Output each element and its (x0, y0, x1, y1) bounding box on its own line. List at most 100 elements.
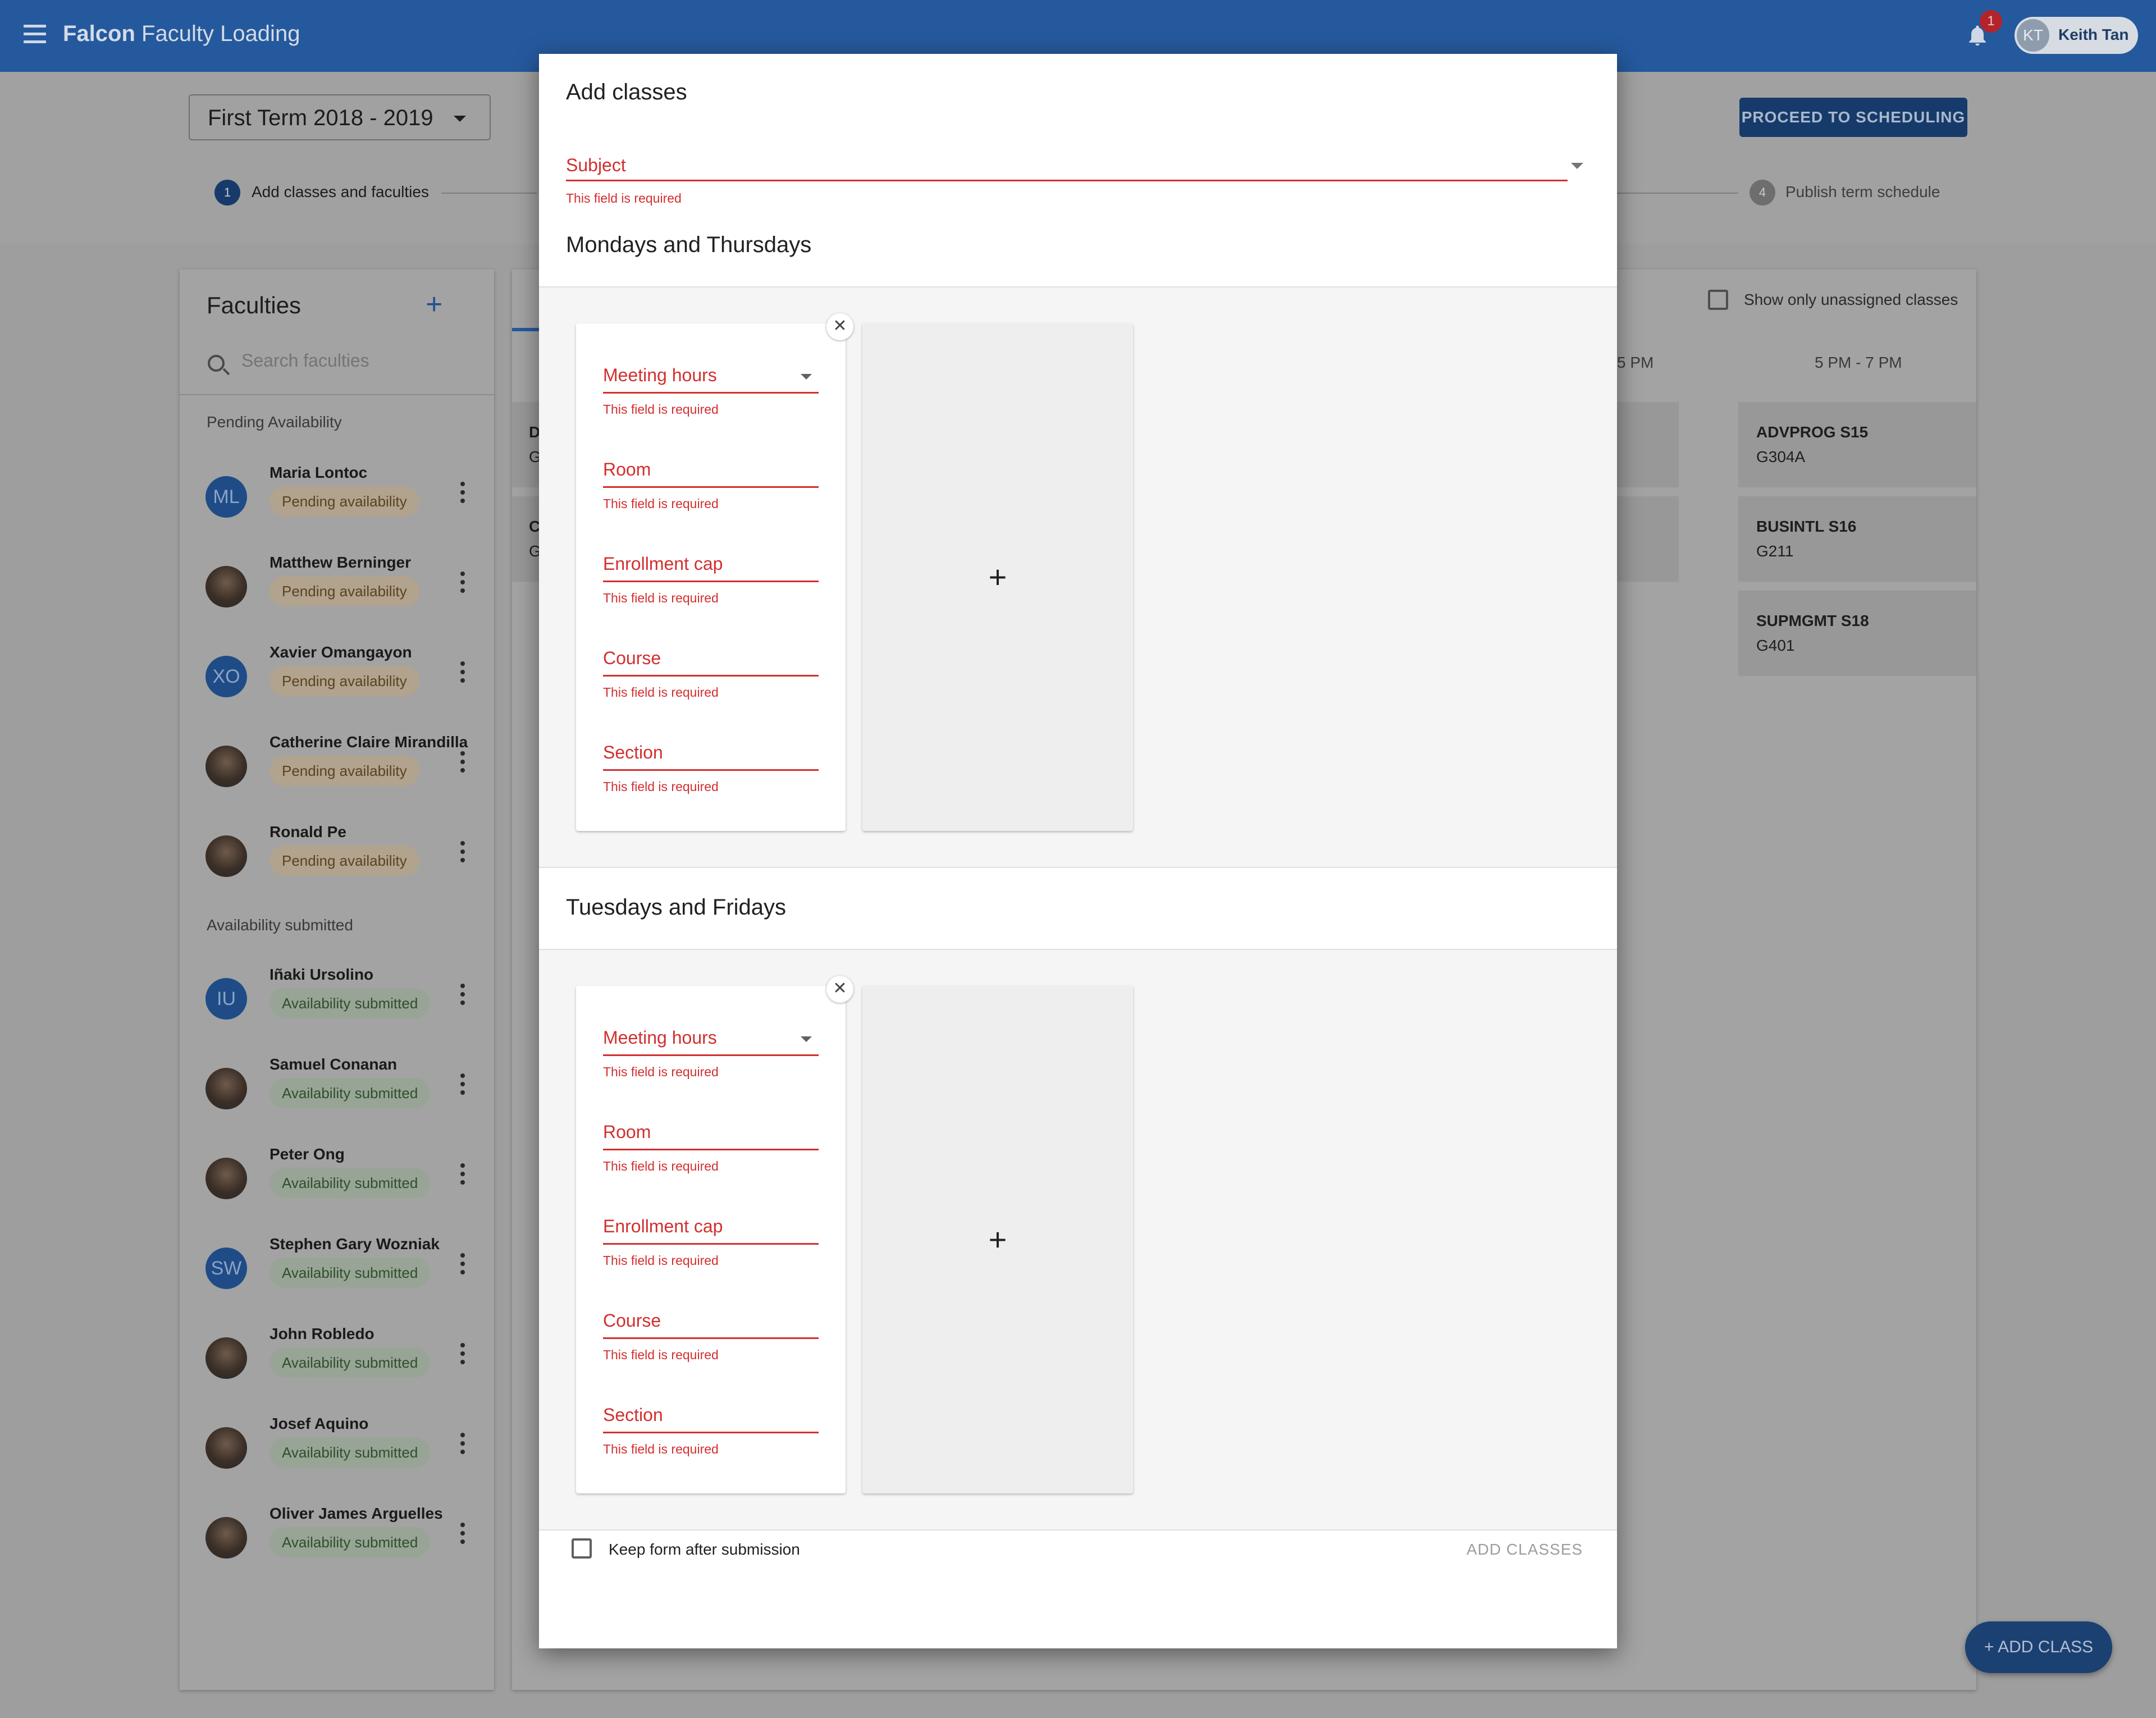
faculty-item[interactable]: Peter Ong Availability submitted (180, 1139, 494, 1228)
add-meeting-card-button[interactable]: + (862, 986, 1133, 1493)
error-text: This field is required (603, 591, 719, 605)
field-underline (603, 1432, 819, 1433)
search-icon (208, 355, 225, 372)
faculty-item[interactable]: ML Maria Lontoc Pending availability (180, 457, 494, 547)
user-menu[interactable]: KT Keith Tan (2015, 17, 2138, 54)
section-input[interactable]: Section (603, 1405, 663, 1425)
close-icon[interactable]: ✕ (826, 976, 853, 1003)
add-class-fab[interactable]: + ADD CLASS (1965, 1621, 2112, 1673)
chevron-down-icon[interactable] (1571, 163, 1583, 169)
error-text: This field is required (603, 1442, 719, 1456)
submitted-group-label: Availability submitted (207, 916, 353, 934)
proceed-to-scheduling-button[interactable]: PROCEED TO SCHEDULING (1739, 98, 1967, 137)
show-unassigned-checkbox[interactable] (1708, 290, 1728, 310)
stepper-connector (1617, 193, 1738, 194)
section-input[interactable]: Section (603, 742, 663, 763)
field-underline (603, 581, 819, 582)
class-room: G304A (1756, 448, 1806, 465)
class-code: SUPMGMT S18 (1756, 612, 1869, 629)
meeting-section: Meeting hours This field is required Roo… (539, 949, 1617, 1530)
more-vert-icon[interactable] (460, 1343, 465, 1365)
faculty-item[interactable]: Matthew Berninger Pending availability (180, 547, 494, 637)
status-badge: Availability submitted (270, 1078, 431, 1108)
more-vert-icon[interactable] (460, 661, 465, 684)
class-cell[interactable]: SUPMGMT S18 G401 (1738, 591, 1976, 676)
status-badge: Availability submitted (270, 1168, 431, 1198)
more-vert-icon[interactable] (460, 841, 465, 863)
error-text: This field is required (603, 1347, 719, 1362)
faculty-item[interactable]: Josef Aquino Availability submitted (180, 1408, 494, 1498)
error-text: This field is required (603, 1064, 719, 1079)
menu-icon[interactable] (24, 25, 46, 44)
class-cell[interactable]: ADVPROG S15 G304A (1738, 402, 1976, 487)
faculty-item[interactable]: Oliver James Arguelles Availability subm… (180, 1498, 494, 1588)
course-input[interactable]: Course (603, 1310, 661, 1331)
avatar: ML (205, 476, 247, 518)
faculty-item[interactable]: Samuel Conanan Availability submitted (180, 1049, 494, 1139)
chevron-down-icon[interactable] (801, 374, 812, 380)
field-underline (603, 486, 819, 488)
more-vert-icon[interactable] (460, 1253, 465, 1276)
more-vert-icon[interactable] (460, 751, 465, 774)
avatar (205, 1427, 247, 1469)
error-text: This field is required (603, 1159, 719, 1173)
enrollment-cap-input[interactable]: Enrollment cap (603, 1216, 723, 1237)
faculty-item[interactable]: Catherine Claire Mirandilla Pending avai… (180, 727, 494, 816)
faculty-item[interactable]: XO Xavier Omangayon Pending availability (180, 637, 494, 727)
step-1-label: Add classes and faculties (252, 183, 429, 200)
faculty-name: Josef Aquino (270, 1415, 369, 1432)
status-badge: Availability submitted (270, 1527, 431, 1557)
more-vert-icon[interactable] (460, 984, 465, 1006)
keep-form-checkbox[interactable] (572, 1538, 592, 1559)
add-faculty-button[interactable]: + (426, 290, 442, 319)
room-input[interactable]: Room (603, 459, 651, 480)
avatar (205, 1068, 247, 1109)
faculty-name: Catherine Claire Mirandilla (270, 733, 468, 751)
subject-select[interactable]: Subject (566, 155, 626, 176)
enrollment-cap-input[interactable]: Enrollment cap (603, 554, 723, 574)
class-cell[interactable]: BUSINTL S16 G211 (1738, 496, 1976, 582)
show-unassigned-label: Show only unassigned classes (1744, 291, 1958, 308)
class-cell[interactable] (1617, 402, 1679, 487)
faculty-item[interactable]: SW Stephen Gary Wozniak Availability sub… (180, 1228, 494, 1318)
faculty-name: Samuel Conanan (270, 1056, 398, 1073)
avatar (205, 566, 247, 607)
more-vert-icon[interactable] (460, 1073, 465, 1096)
add-classes-button[interactable]: ADD CLASSES (1467, 1541, 1583, 1559)
faculty-item[interactable]: IU Iñaki Ursolino Availability submitted (180, 959, 494, 1049)
faculty-name: Maria Lontoc (270, 464, 368, 481)
more-vert-icon[interactable] (460, 572, 465, 594)
status-badge: Pending availability (270, 486, 419, 517)
more-vert-icon[interactable] (460, 482, 465, 504)
more-vert-icon[interactable] (460, 1163, 465, 1186)
course-input[interactable]: Course (603, 648, 661, 669)
divider (180, 394, 494, 395)
add-meeting-card-button[interactable]: + (862, 323, 1133, 831)
plus-icon: + (988, 1222, 1007, 1257)
pending-group-label: Pending Availability (207, 413, 342, 431)
faculty-item[interactable]: John Robledo Availability submitted (180, 1318, 494, 1408)
chevron-down-icon[interactable] (801, 1036, 812, 1042)
faculties-panel: Faculties + Pending Availability ML Mari… (180, 269, 494, 1690)
class-cell[interactable] (1617, 496, 1679, 582)
meeting-hours-select[interactable]: Meeting hours (603, 365, 717, 386)
faculty-name: Stephen Gary Wozniak (270, 1235, 440, 1253)
field-underline (603, 1243, 819, 1245)
search-faculties-input[interactable] (241, 350, 455, 371)
avatar (205, 746, 247, 787)
meeting-hours-select[interactable]: Meeting hours (603, 1027, 717, 1048)
faculty-item[interactable]: Ronald Pe Pending availability (180, 816, 494, 906)
room-input[interactable]: Room (603, 1122, 651, 1143)
field-underline (603, 769, 819, 771)
error-text: This field is required (603, 685, 719, 700)
user-name: Keith Tan (2058, 26, 2129, 43)
subject-underline (566, 180, 1568, 181)
term-select[interactable]: First Term 2018 - 2019 (189, 94, 491, 140)
status-badge: Pending availability (270, 666, 419, 696)
close-icon[interactable]: ✕ (826, 313, 853, 340)
more-vert-icon[interactable] (460, 1523, 465, 1545)
faculty-name: Iñaki Ursolino (270, 966, 374, 983)
more-vert-icon[interactable] (460, 1433, 465, 1455)
section-title: Mondays and Thursdays (566, 232, 812, 257)
avatar (205, 1517, 247, 1559)
